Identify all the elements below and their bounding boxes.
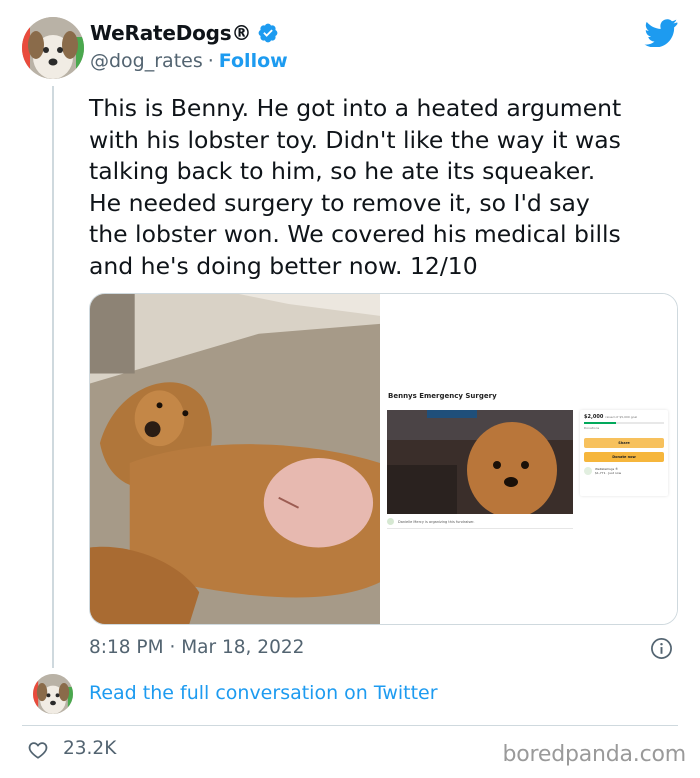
author-display-name[interactable]: WeRateDogs® [90, 21, 251, 45]
tweet-date: Mar 18, 2022 [181, 637, 305, 658]
tweet-text: This is Benny. He got into a heated argu… [89, 94, 622, 280]
fundraiser-screenshot[interactable]: Bennys Emergency Surgery Danielle Mercy … [382, 294, 677, 624]
info-icon[interactable] [650, 637, 673, 660]
follow-button[interactable]: Follow [219, 50, 288, 72]
author-avatar[interactable] [22, 17, 84, 79]
fundraiser-organizer: Danielle Mercy is organizing this fundra… [387, 518, 573, 525]
fundraiser-dog-image [387, 410, 573, 514]
organizer-icon [387, 518, 394, 525]
donation-card: $2,000 raised of $5,000 goal Donations Sh… [580, 410, 668, 496]
donations-label: Donations [584, 426, 600, 430]
progress-bar [584, 422, 664, 424]
thread-line [52, 86, 54, 668]
tweet-media[interactable]: Bennys Emergency Surgery Danielle Mercy … [89, 293, 678, 625]
tweet-time: 8:18 PM [89, 637, 164, 658]
fundraiser-divider [387, 528, 573, 529]
author-handle[interactable]: @dog_rates [90, 50, 203, 72]
dog-avatar-image [22, 17, 84, 79]
share-button[interactable]: Share [584, 438, 664, 448]
goal-text: raised of $5,000 goal [605, 415, 638, 419]
source-watermark: boredpanda.com [502, 742, 686, 767]
organizer-text: Danielle Mercy is organizing this fundra… [398, 519, 475, 524]
heart-icon[interactable] [27, 739, 49, 761]
dog-photo[interactable] [90, 294, 382, 624]
author-handle-row: @dog_rates · Follow [90, 50, 288, 72]
donate-button[interactable]: Donate now [584, 452, 664, 462]
conversation-avatar[interactable] [33, 674, 73, 714]
footer-divider [22, 725, 678, 726]
donor-entry: WeRateDogs ® $1,771 · Just now [584, 467, 664, 475]
timestamp-separator: · [169, 637, 176, 658]
verified-badge-icon [258, 23, 278, 43]
handle-separator: · [207, 50, 214, 72]
donor-icon [584, 467, 592, 475]
twitter-bird-icon[interactable] [644, 19, 678, 47]
fundraiser-photo [387, 410, 573, 514]
dog-avatar-small-image [33, 674, 73, 714]
like-count[interactable]: 23.2K [63, 738, 116, 759]
dog-photo-image [90, 294, 380, 624]
author-name-row: WeRateDogs® [90, 21, 279, 45]
progress-bar-fill [584, 422, 616, 424]
tweet-timestamp[interactable]: 8:18 PM · Mar 18, 2022 [89, 637, 304, 658]
fundraiser-title: Bennys Emergency Surgery [388, 392, 497, 400]
read-conversation-link[interactable]: Read the full conversation on Twitter [89, 682, 438, 704]
donor-amount: $1,771 · Just now [595, 471, 622, 475]
raised-amount: $2,000 raised of $5,000 goal [584, 414, 638, 420]
